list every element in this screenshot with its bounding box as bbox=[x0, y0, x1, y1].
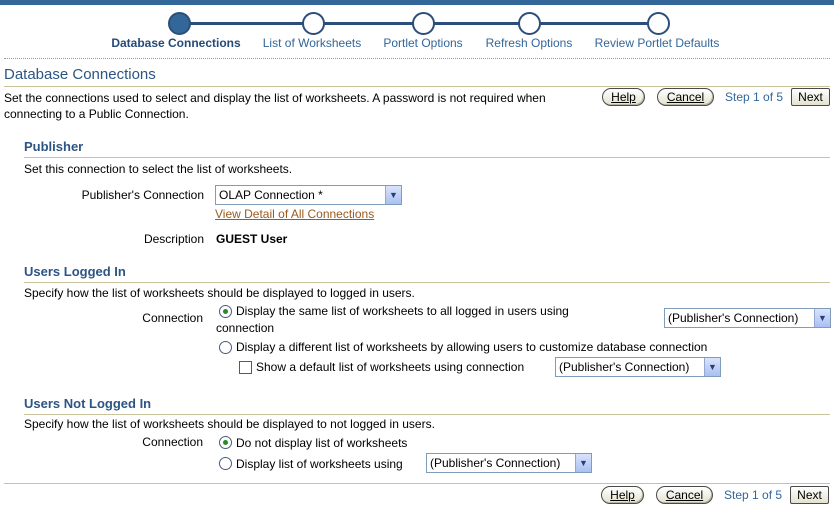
chevron-down-icon: ▼ bbox=[814, 309, 830, 327]
divider bbox=[4, 58, 830, 59]
help-button-label: Help bbox=[610, 488, 635, 502]
display-list-using-radio[interactable] bbox=[219, 457, 232, 470]
view-detail-link[interactable]: View Detail of All Connections bbox=[215, 207, 374, 221]
train-stop-refresh-options[interactable] bbox=[518, 12, 541, 35]
logged-in-different-list-radio[interactable] bbox=[219, 341, 232, 354]
show-default-list-label: Show a default list of worksheets using … bbox=[256, 360, 525, 374]
next-button-top[interactable]: Next bbox=[791, 88, 830, 106]
logged-in-connection-select[interactable]: (Publisher's Connection) ▼ bbox=[664, 308, 831, 328]
show-default-list-checkbox[interactable] bbox=[239, 361, 252, 374]
divider bbox=[24, 414, 830, 415]
help-button-bottom[interactable]: Help bbox=[601, 486, 644, 504]
next-button-label: Next bbox=[798, 90, 823, 104]
help-button-top[interactable]: Help bbox=[602, 88, 645, 106]
train-stop-review-portlet-defaults[interactable] bbox=[647, 12, 670, 35]
section-title-users-logged-in: Users Logged In bbox=[24, 264, 126, 279]
do-not-display-label: Do not display list of worksheets bbox=[236, 436, 408, 450]
top-brand-bar bbox=[0, 0, 834, 5]
description-label: Description bbox=[143, 232, 204, 246]
train-stop-database-connections[interactable] bbox=[168, 12, 191, 35]
not-logged-in-connection-label: Connection bbox=[142, 435, 203, 449]
train-label-database-connections[interactable]: Database Connections bbox=[111, 36, 240, 50]
train-label-portlet-options[interactable]: Portlet Options bbox=[383, 36, 462, 50]
chevron-down-icon: ▼ bbox=[385, 186, 401, 204]
publisher-connection-select[interactable]: OLAP Connection * ▼ bbox=[215, 185, 402, 205]
logged-in-same-list-label-line2: connection bbox=[216, 321, 275, 335]
next-button-bottom[interactable]: Next bbox=[790, 486, 829, 504]
divider bbox=[4, 86, 830, 87]
not-logged-in-description-text: Specify how the list of worksheets shoul… bbox=[24, 417, 435, 431]
divider bbox=[24, 157, 830, 158]
logged-in-connection-value: (Publisher's Connection) bbox=[668, 311, 799, 325]
default-list-connection-select[interactable]: (Publisher's Connection) ▼ bbox=[555, 357, 721, 377]
cancel-button-bottom[interactable]: Cancel bbox=[656, 486, 713, 504]
not-logged-in-connection-select[interactable]: (Publisher's Connection) ▼ bbox=[426, 453, 592, 473]
publisher-connection-value: OLAP Connection * bbox=[219, 188, 323, 202]
do-not-display-radio[interactable] bbox=[219, 436, 232, 449]
section-title-publisher: Publisher bbox=[24, 139, 84, 154]
cancel-button-top[interactable]: Cancel bbox=[657, 88, 714, 106]
logged-in-connection-label: Connection bbox=[142, 311, 203, 325]
page-instructions: Set the connections used to select and d… bbox=[4, 91, 546, 121]
display-list-using-label: Display list of worksheets using bbox=[236, 457, 403, 471]
chevron-down-icon: ▼ bbox=[704, 358, 720, 376]
help-button-label: Help bbox=[611, 90, 636, 104]
logged-in-description-text: Specify how the list of worksheets shoul… bbox=[24, 286, 415, 300]
cancel-button-label: Cancel bbox=[665, 488, 704, 502]
divider bbox=[24, 282, 830, 283]
chevron-down-icon: ▼ bbox=[575, 454, 591, 472]
train-stop-portlet-options[interactable] bbox=[412, 12, 435, 35]
default-list-connection-value: (Publisher's Connection) bbox=[559, 360, 690, 374]
logged-in-same-list-label-line1: Display the same list of worksheets to a… bbox=[236, 304, 569, 318]
divider bbox=[4, 483, 830, 484]
next-button-label: Next bbox=[797, 488, 822, 502]
step-indicator-bottom: Step 1 of 5 bbox=[724, 488, 783, 502]
step-train: Database Connections List of Worksheets … bbox=[100, 12, 740, 54]
train-label-list-of-worksheets[interactable]: List of Worksheets bbox=[263, 36, 361, 50]
train-label-review-portlet-defaults[interactable]: Review Portlet Defaults bbox=[595, 36, 720, 50]
train-label-refresh-options[interactable]: Refresh Options bbox=[486, 36, 573, 50]
description-value: GUEST User bbox=[216, 232, 288, 246]
page-title: Database Connections bbox=[4, 66, 156, 83]
publisher-description-text: Set this connection to select the list o… bbox=[24, 162, 293, 176]
section-title-users-not-logged-in: Users Not Logged In bbox=[24, 396, 152, 411]
logged-in-different-list-label: Display a different list of worksheets b… bbox=[236, 340, 708, 354]
publisher-connection-label: Publisher's Connection bbox=[81, 188, 204, 202]
logged-in-same-list-radio[interactable] bbox=[219, 305, 232, 318]
step-indicator-top: Step 1 of 5 bbox=[725, 90, 784, 104]
train-stop-list-of-worksheets[interactable] bbox=[302, 12, 325, 35]
not-logged-in-connection-value: (Publisher's Connection) bbox=[430, 456, 561, 470]
cancel-button-label: Cancel bbox=[666, 90, 705, 104]
